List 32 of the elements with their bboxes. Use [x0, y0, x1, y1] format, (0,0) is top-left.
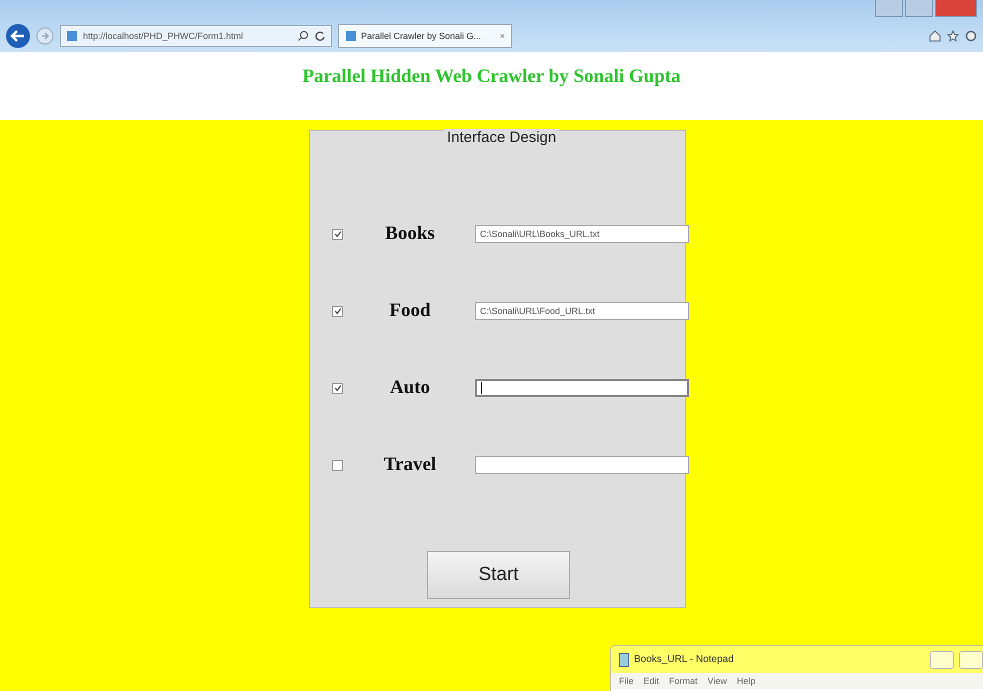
menu-item[interactable]: Edit — [644, 676, 660, 686]
category-label: Travel — [382, 454, 438, 476]
tab-close-button[interactable]: × — [500, 31, 505, 41]
checkbox[interactable] — [332, 306, 343, 316]
start-button[interactable]: Start — [427, 551, 570, 599]
category-label: Food — [388, 300, 432, 322]
notepad-icon — [619, 652, 629, 666]
menu-item[interactable]: View — [708, 676, 727, 686]
category-label: Books — [384, 223, 436, 245]
url-field[interactable] — [475, 379, 689, 397]
browser-tab[interactable]: Parallel Crawler by Sonali G... × — [338, 24, 512, 48]
search-icon[interactable] — [297, 30, 309, 42]
panel-legend: Interface Design — [444, 129, 560, 146]
menu-item[interactable]: File — [619, 676, 634, 686]
page-icon — [66, 30, 78, 42]
star-icon[interactable] — [947, 30, 959, 42]
home-icon[interactable] — [929, 30, 941, 42]
category-label: Auto — [388, 377, 432, 399]
window-title: Books_URL - Notepad — [634, 654, 734, 665]
checkbox[interactable] — [332, 228, 343, 240]
address-bar[interactable]: http://localhost/PHD_PHWC/Form1.html — [60, 25, 332, 47]
menu-item[interactable]: Format — [669, 676, 698, 686]
refresh-icon[interactable] — [314, 30, 326, 42]
page-title: Parallel Hidden Web Crawler by Sonali Gupta — [302, 66, 681, 88]
checkbox[interactable] — [332, 382, 343, 394]
url-field[interactable] — [475, 456, 689, 474]
back-icon[interactable] — [6, 24, 30, 48]
url-field[interactable]: C:\Sonali\URL\Food_URL.txt — [475, 302, 689, 320]
url-field[interactable]: C:\Sonali\URL\Books_URL.txt — [475, 225, 689, 243]
page-icon — [345, 30, 357, 42]
menu-item[interactable]: Help — [736, 676, 756, 686]
checkbox[interactable] — [332, 460, 343, 470]
